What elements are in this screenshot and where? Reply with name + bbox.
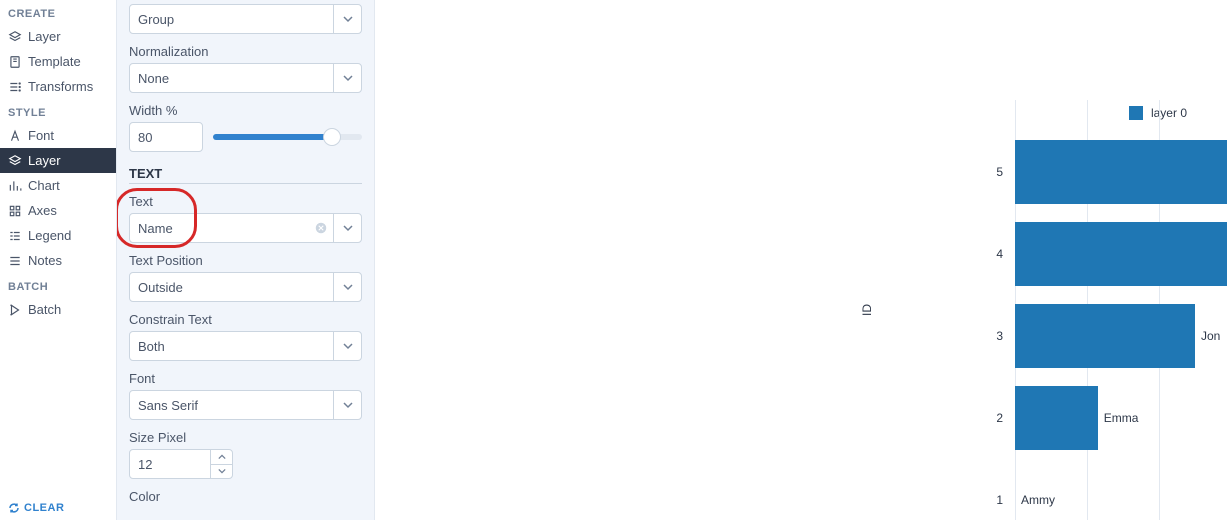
bar-label: Ammy xyxy=(1021,493,1055,507)
font-icon xyxy=(8,129,22,143)
text-position-select[interactable]: Outside xyxy=(129,272,362,302)
font-label: Font xyxy=(129,371,362,386)
bar xyxy=(1015,304,1195,368)
chart-icon xyxy=(8,179,22,193)
bar-label: Jon xyxy=(1201,329,1220,343)
chart-bars: Shaun5Ron4Jon3Emma2Ammy1 xyxy=(1015,100,1227,520)
sidebar-item-label: Batch xyxy=(28,302,61,317)
sidebar-item-label: Layer xyxy=(28,29,61,44)
slider-thumb[interactable] xyxy=(323,128,341,146)
close-icon xyxy=(315,222,327,234)
width-slider[interactable] xyxy=(213,127,362,147)
notes-icon xyxy=(8,254,22,268)
transforms-icon xyxy=(8,80,22,94)
width-value: 80 xyxy=(138,130,152,145)
batch-icon xyxy=(8,303,22,317)
sidebar-item-label: Notes xyxy=(28,253,62,268)
sidebar-item-label: Chart xyxy=(28,178,60,193)
bar-row[interactable]: Ron xyxy=(1015,222,1227,286)
legend-icon xyxy=(8,229,22,243)
size-value: 12 xyxy=(130,450,210,478)
y-tick: 2 xyxy=(885,412,1015,424)
text-label: Text xyxy=(129,194,362,209)
clear-button[interactable]: CLEAR xyxy=(0,496,116,520)
sidebar-item-label: Legend xyxy=(28,228,71,243)
text-section-header: TEXT xyxy=(129,166,362,184)
y-tick: 1 xyxy=(885,494,1015,506)
sidebar-item-label: Font xyxy=(28,128,54,143)
y-tick: 3 xyxy=(885,330,1015,342)
text-position-label: Text Position xyxy=(129,253,362,268)
refresh-icon xyxy=(8,502,20,514)
section-create: CREATE xyxy=(0,0,116,24)
constrain-text-label: Constrain Text xyxy=(129,312,362,327)
text-section-label: TEXT xyxy=(129,166,166,181)
chart-plot[interactable]: ID Shaun5Ron4Jon3Emma2Ammy1 xyxy=(885,100,1227,520)
chevron-down-icon[interactable] xyxy=(333,64,361,92)
chevron-down-icon[interactable] xyxy=(333,332,361,360)
sidebar-item-label: Axes xyxy=(28,203,57,218)
bar xyxy=(1015,140,1227,204)
group-select[interactable]: Group xyxy=(129,4,362,34)
y-axis-label: ID xyxy=(860,304,874,316)
text-select[interactable]: Name xyxy=(129,213,362,243)
size-increment[interactable] xyxy=(211,450,232,465)
bar-row[interactable]: Shaun xyxy=(1015,140,1227,204)
chevron-down-icon[interactable] xyxy=(333,214,361,242)
layers-icon xyxy=(8,30,22,44)
sidebar-item-legend[interactable]: Legend xyxy=(0,223,116,248)
bar-row[interactable]: Jon xyxy=(1015,304,1195,368)
chevron-up-icon xyxy=(218,454,226,460)
y-tick: 4 xyxy=(885,248,1015,260)
group-select-value: Group xyxy=(130,12,333,27)
text-value: Name xyxy=(130,221,309,236)
font-value: Sans Serif xyxy=(130,398,333,413)
sidebar-item-label: Layer xyxy=(28,153,61,168)
width-input[interactable]: 80 xyxy=(129,122,203,152)
constrain-text-select[interactable]: Both xyxy=(129,331,362,361)
section-batch: BATCH xyxy=(0,273,116,297)
sidebar: CREATE Layer Template Transforms STYLE F xyxy=(0,0,117,520)
sidebar-item-font[interactable]: Font xyxy=(0,123,116,148)
bar xyxy=(1015,386,1098,450)
size-input[interactable]: 12 xyxy=(129,449,233,479)
size-decrement[interactable] xyxy=(211,465,232,479)
section-style: STYLE xyxy=(0,99,116,123)
chevron-down-icon[interactable] xyxy=(333,273,361,301)
chart-area: layer 0 ID Shaun5Ron4Jon3Emma2Ammy1 xyxy=(375,0,1227,520)
sidebar-item-label: Transforms xyxy=(28,79,93,94)
sidebar-item-axes[interactable]: Axes xyxy=(0,198,116,223)
sidebar-item-batch[interactable]: Batch xyxy=(0,297,116,322)
bar-label: Emma xyxy=(1104,411,1139,425)
chevron-down-icon[interactable] xyxy=(333,5,361,33)
sidebar-item-label: Template xyxy=(28,54,81,69)
layers-icon xyxy=(8,154,22,168)
normalization-label: Normalization xyxy=(129,44,362,59)
sidebar-item-chart[interactable]: Chart xyxy=(0,173,116,198)
y-tick: 5 xyxy=(885,166,1015,178)
slider-fill xyxy=(213,134,332,140)
color-label: Color xyxy=(129,489,362,504)
bar xyxy=(1015,222,1227,286)
sidebar-item-layer-create[interactable]: Layer xyxy=(0,24,116,49)
sidebar-item-layer-style[interactable]: Layer xyxy=(0,148,116,173)
chevron-down-icon[interactable] xyxy=(333,391,361,419)
axes-icon xyxy=(8,204,22,218)
size-label: Size Pixel xyxy=(129,430,362,445)
control-panel[interactable]: Group Normalization None Width % 80 TE xyxy=(117,0,375,520)
font-select[interactable]: Sans Serif xyxy=(129,390,362,420)
constrain-text-value: Both xyxy=(130,339,333,354)
chevron-down-icon xyxy=(218,468,226,474)
clear-text-button[interactable] xyxy=(309,222,333,234)
sidebar-item-transforms[interactable]: Transforms xyxy=(0,74,116,99)
bar-row[interactable]: Emma xyxy=(1015,386,1098,450)
text-position-value: Outside xyxy=(130,280,333,295)
normalization-select[interactable]: None xyxy=(129,63,362,93)
clear-label: CLEAR xyxy=(24,502,64,514)
sidebar-item-notes[interactable]: Notes xyxy=(0,248,116,273)
template-icon xyxy=(8,55,22,69)
width-label: Width % xyxy=(129,103,362,118)
sidebar-item-template[interactable]: Template xyxy=(0,49,116,74)
normalization-value: None xyxy=(130,71,333,86)
